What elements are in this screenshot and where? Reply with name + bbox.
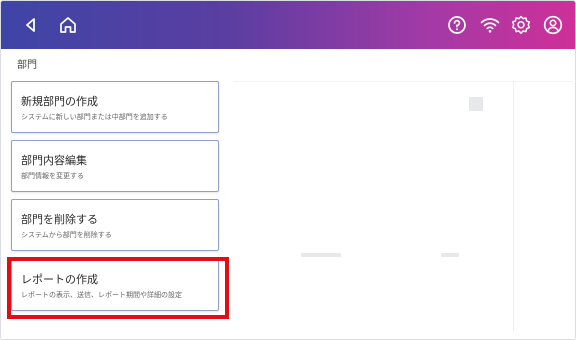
card-subtitle: システムに新しい部門または中部門を追加する bbox=[21, 113, 168, 121]
wifi-icon[interactable] bbox=[478, 13, 502, 37]
background-text-placeholder bbox=[441, 253, 459, 257]
settings-icon[interactable] bbox=[509, 13, 533, 37]
card-subtitle: レポートの表示、送信、レポート期間や詳細の設定 bbox=[21, 291, 182, 299]
card-subtitle: 部門情報を変更する bbox=[21, 172, 84, 180]
account-icon[interactable] bbox=[541, 13, 565, 37]
card-title: 部門を削除する bbox=[21, 213, 98, 226]
create-report-card[interactable]: レポートの作成 レポートの表示、送信、レポート期間や詳細の設定 bbox=[11, 259, 219, 311]
help-icon[interactable] bbox=[445, 13, 469, 37]
back-icon[interactable] bbox=[19, 13, 43, 37]
section-title: 部門 bbox=[17, 60, 37, 71]
card-title: 新規部門の作成 bbox=[21, 95, 98, 108]
app-window: 部門 新規部門の作成 システムに新しい部門または中部門を追加する 部門内容編集 … bbox=[0, 0, 576, 340]
background-text-placeholder bbox=[301, 253, 341, 257]
background-column-line bbox=[513, 81, 514, 331]
create-department-card[interactable]: 新規部門の作成 システムに新しい部門または中部門を追加する bbox=[11, 81, 219, 133]
card-subtitle: システムから部門を削除する bbox=[21, 231, 112, 239]
top-bar bbox=[1, 1, 575, 49]
delete-department-card[interactable]: 部門を削除する システムから部門を削除する bbox=[11, 199, 219, 251]
card-title: 部門内容編集 bbox=[21, 154, 87, 167]
background-icon-placeholder bbox=[469, 97, 483, 111]
card-title: レポートの作成 bbox=[21, 273, 98, 286]
edit-department-card[interactable]: 部門内容編集 部門情報を変更する bbox=[11, 140, 219, 192]
background-divider bbox=[233, 81, 573, 82]
home-icon[interactable] bbox=[56, 13, 80, 37]
